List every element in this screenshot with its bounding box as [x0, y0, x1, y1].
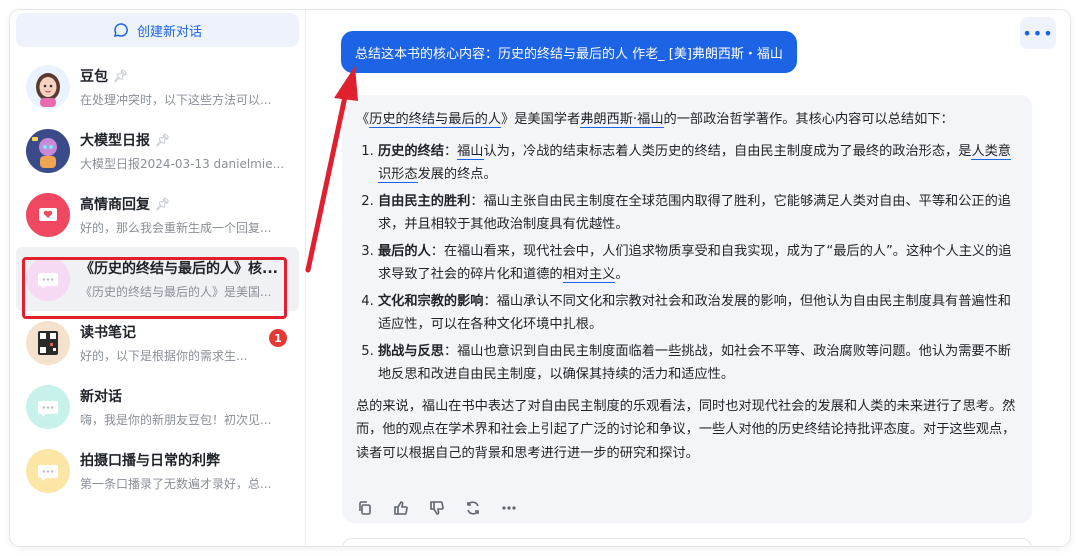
thumbs-up-icon[interactable] — [392, 499, 410, 517]
answer-intro: 《历史的终结与最后的人》是美国学者弗朗西斯·福山的一部政治哲学著作。其核心内容可… — [356, 108, 1018, 132]
conversation-title: 《历史的终结与最后的人》核... — [80, 261, 278, 277]
point-separator: ： — [470, 193, 484, 209]
pin-icon: 📌︎ — [113, 69, 129, 83]
point-body: 在福山看来，现代社会中，人们追求物质享受和自我实现，成为了“最后的人”。这种个人… — [378, 243, 1012, 283]
list-item: 文化和宗教的影响：福山承认不同文化和宗教对社会和政治发展的影响，但他认为自由民主… — [378, 290, 1018, 337]
conversation-title: 高情商回复 — [80, 197, 150, 213]
chat-bubble-avatar — [26, 257, 70, 301]
more-icon: ••• — [1022, 23, 1054, 43]
new-chat-button[interactable]: 创建新对话 — [16, 13, 299, 47]
conversation-title: 读书笔记 — [80, 325, 136, 341]
girl-avatar — [26, 65, 70, 109]
book-title-link[interactable]: 历史的终结与最后的人 — [369, 112, 502, 128]
new-chat-label: 创建新对话 — [136, 24, 202, 40]
pin-icon: 📌︎ — [155, 197, 171, 211]
list-item: 挑战与反思：福山也意识到自由民主制度面临着一些挑战，如社会不平等、政治腐败等问题… — [378, 340, 1018, 387]
conversation-item[interactable]: 大模型日报 📌︎ 大模型日报2024-03-13 danielmie... — [16, 119, 299, 183]
conversation-item[interactable]: 高情商回复 📌︎ 好的，那么我会重新生成一个回复... — [16, 183, 299, 247]
conversation-preview: 《历史的终结与最后的人》是美国... — [80, 285, 272, 299]
point-body: 认为，冷战的结束标志着人类历史的终结，自由民主制度成为了最终的政治形态，是 — [483, 143, 972, 159]
point-heading: 挑战与反思 — [378, 343, 444, 359]
user-message-bubble: 总结这本书的核心内容：历史的终结与最后的人 作老_ [美]弗朗西斯・福山 — [341, 31, 797, 73]
point-separator: ： — [443, 343, 458, 359]
conversation-preview: 在处理冲突时，以下这些方法可以... — [80, 93, 272, 107]
conversation-item[interactable]: 拍摄口播与日常的利弊 第一条口播录了无数遍才录好，总... — [16, 439, 299, 503]
point-tail: 。 — [615, 267, 629, 282]
heart-envelope-avatar — [26, 193, 70, 237]
point-separator: ： — [430, 243, 444, 259]
conversation-title: 拍摄口播与日常的利弊 — [80, 453, 220, 469]
chat-plus-icon — [114, 23, 128, 37]
qr-avatar — [26, 321, 70, 365]
more-options-button[interactable]: ••• — [1020, 17, 1056, 49]
chat-panel: ••• 总结这本书的核心内容：历史的终结与最后的人 作老_ [美]弗朗西斯・福山… — [306, 10, 1070, 546]
conversation-preview: 大模型日报2024-03-13 danielmie... — [80, 157, 285, 171]
answer-toolbar — [356, 499, 518, 517]
key-points-list: 历史的终结：福山认为，冷战的结束标志着人类历史的终结，自由民主制度成为了最终的政… — [356, 140, 1018, 387]
unread-badge: 1 — [269, 329, 287, 347]
list-item: 自由民主的胜利：福山主张自由民主制度在全球范围内取得了胜利，它能够满足人类对自由… — [378, 190, 1018, 237]
list-item: 历史的终结：福山认为，冷战的结束标志着人类历史的终结，自由民主制度成为了最终的政… — [378, 140, 1018, 187]
relativism-link[interactable]: 相对主义 — [562, 267, 616, 283]
intro-text: 的一部政治哲学著作。其核心内容可以总结如下： — [663, 112, 954, 127]
message-input-area[interactable] — [342, 538, 1032, 546]
chat-bubble-avatar — [26, 449, 70, 493]
intro-text: 《 — [356, 112, 370, 127]
fukuyama-link[interactable]: 福山 — [457, 143, 484, 160]
point-heading: 自由民主的胜利 — [378, 193, 471, 209]
conversation-item[interactable]: 读书笔记 好的，以下是根据你的需求生... 1 — [16, 311, 299, 375]
list-item: 最后的人：在福山看来，现代社会中，人们追求物质享受和自我实现，成为了“最后的人”… — [378, 240, 1018, 287]
answer-summary: 总的来说，福山在书中表达了对自由民主制度的乐观看法，同时也对现代社会的发展和人类… — [356, 398, 1016, 461]
regenerate-icon[interactable] — [464, 499, 482, 517]
chat-bubble-avatar — [26, 385, 70, 429]
conversation-list: 豆包 📌︎ 在处理冲突时，以下这些方法可以... 大模型日报 📌︎ 大模型日报2… — [10, 55, 305, 503]
intro-text: 》是美国学者 — [501, 112, 581, 127]
thumbs-down-icon[interactable] — [428, 499, 446, 517]
point-body: 福山也意识到自由民主制度面临着一些挑战，如社会不平等、政治腐败等问题。他认为需要… — [378, 343, 1011, 383]
conversation-item[interactable]: 新对话 嗨，我是你的新朋友豆包！初次见... — [16, 375, 299, 439]
point-heading: 历史的终结 — [378, 143, 444, 159]
point-separator: ： — [443, 143, 458, 159]
more-actions-icon[interactable] — [500, 499, 518, 517]
sidebar: 创建新对话 豆包 📌︎ 在处理冲突时，以下这些方法可以... 大模型日报 📌︎ … — [10, 10, 306, 546]
conversation-preview: 嗨，我是你的新朋友豆包！初次见... — [80, 413, 272, 427]
conversation-preview: 第一条口播录了无数遍才录好，总... — [80, 477, 272, 491]
conversation-item-selected[interactable]: 《历史的终结与最后的人》核... 《历史的终结与最后的人》是美国... — [16, 247, 299, 311]
conversation-title: 大模型日报 — [80, 133, 150, 149]
assistant-answer: 《历史的终结与最后的人》是美国学者弗朗西斯·福山的一部政治哲学著作。其核心内容可… — [342, 95, 1032, 523]
point-heading: 最后的人 — [378, 243, 431, 259]
conversation-preview: 好的，以下是根据你的需求生... — [80, 349, 248, 363]
point-heading: 文化和宗教的影响 — [378, 293, 484, 309]
author-link[interactable]: 弗朗西斯·福山 — [580, 112, 664, 128]
robot-avatar — [26, 129, 70, 173]
conversation-item[interactable]: 豆包 📌︎ 在处理冲突时，以下这些方法可以... — [16, 55, 299, 119]
point-tail: 发展的终点。 — [417, 167, 497, 182]
conversation-title: 豆包 — [80, 69, 108, 85]
pin-icon: 📌︎ — [155, 133, 171, 147]
conversation-preview: 好的，那么我会重新生成一个回复... — [80, 221, 272, 235]
copy-icon[interactable] — [356, 499, 374, 517]
conversation-title: 新对话 — [80, 389, 122, 405]
app-window: 创建新对话 豆包 📌︎ 在处理冲突时，以下这些方法可以... 大模型日报 📌︎ … — [10, 10, 1070, 546]
point-separator: ： — [483, 293, 497, 309]
